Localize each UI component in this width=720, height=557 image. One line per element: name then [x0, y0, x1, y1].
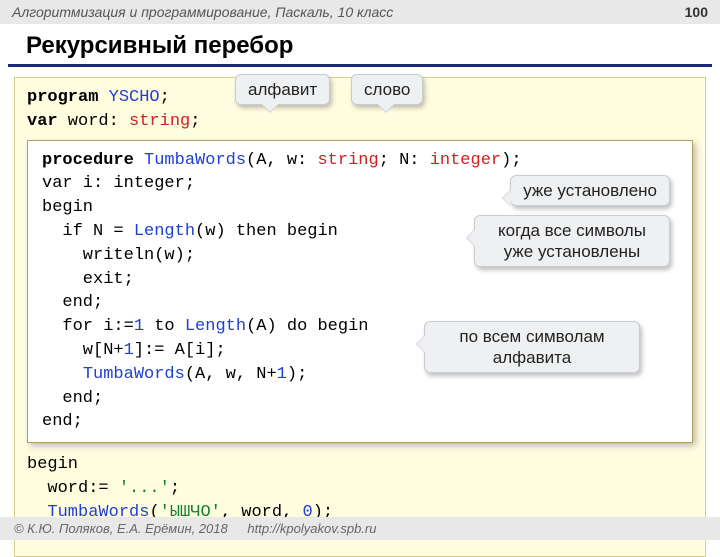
code-line-2: var word: string; [27, 110, 693, 134]
callout-all-set: когда все символы уже установлены [474, 215, 670, 268]
callout-word: слово [351, 74, 423, 105]
footer-copyright: © К.Ю. Поляков, Е.А. Ерёмин, 2018 [14, 521, 228, 536]
page-title: Рекурсивный перебор [8, 24, 712, 67]
proc-line-6: exit; [42, 268, 678, 292]
main-line-1: begin [27, 453, 693, 477]
proc-line-12: end; [42, 410, 678, 434]
course-label: Алгоритмизация и программирование, Паска… [12, 4, 393, 20]
callout-over-alphabet: по всем символам алфавита [424, 321, 640, 374]
inner-code-block: уже установлено когда все символы уже ус… [27, 140, 693, 444]
proc-line-1: procedure TumbaWords(A, w: string; N: in… [42, 149, 678, 173]
main-line-2: word:= '...'; [27, 477, 693, 501]
proc-line-11: end; [42, 387, 678, 411]
page-number: 100 [685, 4, 708, 20]
header-bar: Алгоритмизация и программирование, Паска… [0, 0, 720, 24]
footer-bar: © К.Ю. Поляков, Е.А. Ерёмин, 2018 http:/… [0, 517, 720, 540]
outer-code-block: алфавит слово program YSCHO; var word: s… [14, 77, 706, 557]
callout-alphabet: алфавит [235, 74, 330, 105]
callout-already-set: уже установлено [510, 175, 670, 206]
proc-line-7: end; [42, 291, 678, 315]
footer-url: http://kpolyakov.spb.ru [247, 521, 376, 536]
